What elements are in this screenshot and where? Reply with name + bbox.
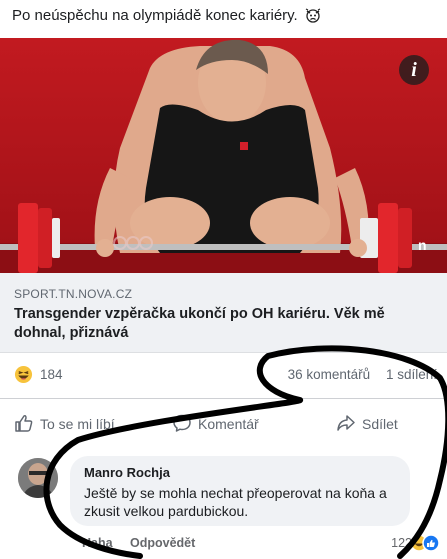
link-preview[interactable]: SPORT.TN.NOVA.CZ Transgender vzpěračka u… (0, 273, 447, 353)
avatar[interactable] (18, 458, 58, 498)
reaction-count[interactable]: 184 (40, 367, 63, 382)
share-label: Sdílet (362, 416, 398, 432)
link-domain: SPORT.TN.NOVA.CZ (14, 287, 133, 301)
angry-face-icon (305, 8, 321, 23)
plate-text: n (418, 237, 427, 253)
comment-reaction-icons[interactable] (410, 534, 440, 552)
share-count[interactable]: 1 sdílení (386, 367, 437, 382)
haha-reaction-icon[interactable] (14, 365, 33, 384)
post-actions: To se mi líbí Komentář Sdílet (0, 398, 447, 438)
info-icon[interactable]: i (399, 55, 429, 85)
comment-reaction-count[interactable]: 122 (391, 536, 412, 550)
comment-button[interactable]: Komentář (172, 413, 259, 433)
link-title[interactable]: Transgender vzpěračka ukončí po OH karié… (14, 305, 439, 343)
share-button[interactable]: Sdílet (336, 413, 398, 433)
post-caption: Po neúspěchu na olympiádě konec kariéry. (12, 7, 298, 24)
comment-icon (173, 414, 191, 432)
comment-haha-button[interactable]: Haha (82, 536, 113, 550)
like-label: To se mi líbí (40, 416, 115, 432)
link-preview-image[interactable]: n i (0, 38, 447, 273)
post-text: Po neúspěchu na olympiádě konec kariéry. (12, 6, 437, 26)
comment-text: Ještě by se mohla nechat přeoperovat na … (84, 485, 387, 519)
post-stats: 184 36 komentářů 1 sdílení (0, 361, 447, 387)
share-icon (337, 415, 355, 431)
comment-count[interactable]: 36 komentářů (288, 367, 371, 382)
avatar-image (18, 458, 58, 498)
comment-author[interactable]: Manro Rochja (84, 465, 170, 480)
comment-bubble: Manro Rochja Ještě by se mohla nechat př… (70, 456, 410, 526)
thumbs-up-icon (15, 415, 33, 432)
comment: Manro Rochja Ještě by se mohla nechat př… (0, 452, 447, 559)
weightlifter-photo: n (0, 38, 447, 273)
comment-label: Komentář (198, 416, 259, 432)
comment-reply-button[interactable]: Odpovědět (130, 536, 195, 550)
like-button[interactable]: To se mi líbí (14, 413, 115, 433)
